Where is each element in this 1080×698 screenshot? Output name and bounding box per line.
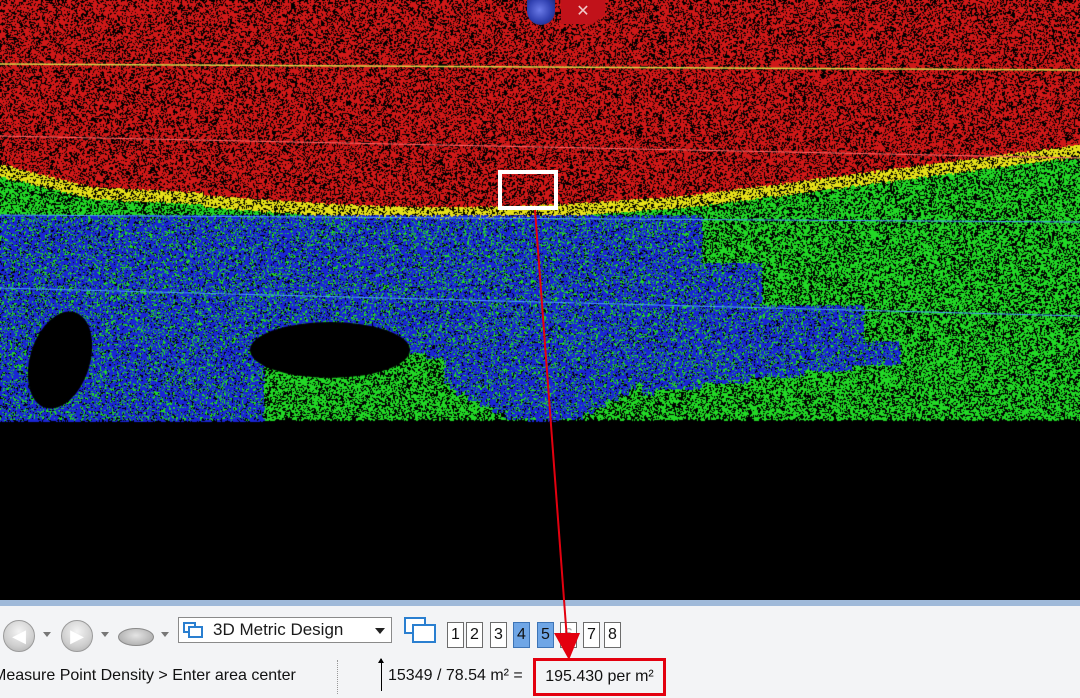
measure-area-box [498, 170, 558, 210]
view-button-6[interactable]: 6 [560, 622, 577, 648]
disk-icon[interactable] [118, 628, 154, 646]
view-button-1[interactable]: 1 [447, 622, 464, 648]
status-result: 195.430 per m² [533, 658, 666, 696]
view-button-7[interactable]: 7 [583, 622, 600, 648]
point-cloud-canvas[interactable] [0, 0, 1080, 600]
back-button[interactable]: ◀ [3, 620, 35, 652]
status-prompt-text: Measure Point Density > Enter area cente… [0, 667, 296, 684]
disk-dropdown-icon[interactable] [161, 632, 169, 637]
status-divider [337, 660, 338, 694]
windows-icon [183, 622, 203, 638]
status-prompt: Measure Point Density > Enter area cente… [0, 667, 296, 685]
forward-dropdown-icon[interactable] [101, 632, 109, 637]
view-button-4[interactable]: 4 [513, 622, 530, 648]
design-file-select[interactable]: 3D Metric Design [178, 617, 392, 643]
view-button-2[interactable]: 2 [466, 622, 483, 648]
view-button-8[interactable]: 8 [604, 622, 621, 648]
forward-button[interactable]: ▶ [61, 620, 93, 652]
text-cursor-icon [378, 658, 384, 691]
status-formula: 15349 / 78.54 m² = [388, 667, 523, 684]
back-dropdown-icon[interactable] [43, 632, 51, 637]
status-bar: Measure Point Density > Enter area cente… [0, 656, 1080, 698]
point-cloud-viewport[interactable]: ✕ [0, 0, 1080, 600]
status-result-text: 195.430 per m² [545, 668, 654, 685]
chevron-down-icon [375, 628, 385, 634]
view-button-5[interactable]: 5 [537, 622, 554, 648]
views-windows-button[interactable] [402, 615, 438, 645]
arrow-right-icon: ▶ [70, 625, 84, 646]
design-select-value: 3D Metric Design [213, 620, 344, 639]
arrow-left-icon: ◀ [12, 625, 26, 646]
view-button-3[interactable]: 3 [490, 622, 507, 648]
view-toolbar: ◀ ▶ 3D Metric Design 1 2 3 4 5 6 7 8 [0, 600, 1080, 656]
